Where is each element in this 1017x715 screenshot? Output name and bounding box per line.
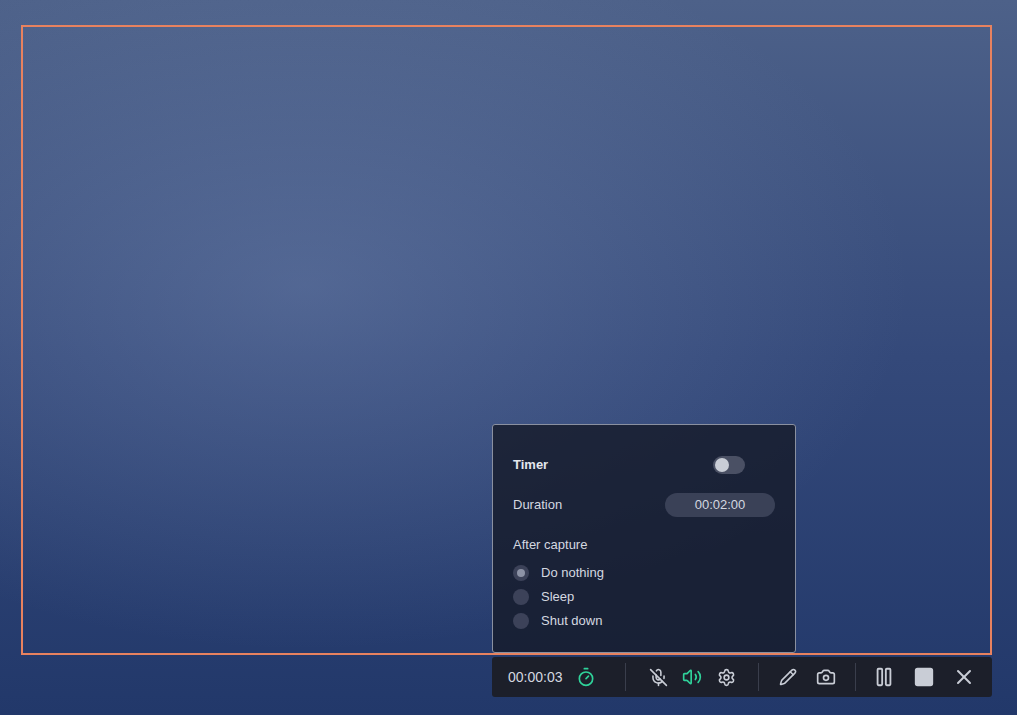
radio-option[interactable]: Sleep <box>513 585 775 609</box>
microphone-button[interactable] <box>643 662 673 692</box>
pause-icon <box>873 666 895 688</box>
radio-option[interactable]: Do nothing <box>513 561 775 585</box>
after-capture-label: After capture <box>513 535 775 555</box>
timer-row: Timer <box>513 453 775 477</box>
radio-option[interactable]: Shut down <box>513 609 775 633</box>
toolbar-divider <box>625 663 626 691</box>
after-capture-options: Do nothing Sleep Shut down <box>513 561 775 633</box>
pencil-icon <box>779 668 797 686</box>
stop-icon <box>913 666 935 688</box>
radio-circle <box>513 565 529 581</box>
timer-toggle[interactable] <box>713 456 745 474</box>
stopwatch-icon <box>576 667 596 687</box>
radio-dot <box>517 569 525 577</box>
timer-title: Timer <box>513 455 548 475</box>
duration-label: Duration <box>513 495 562 515</box>
close-icon <box>952 665 976 689</box>
camera-icon <box>816 667 836 687</box>
audio-section <box>626 662 758 692</box>
radio-circle <box>513 589 529 605</box>
control-section <box>856 662 992 692</box>
radio-label: Do nothing <box>541 563 604 583</box>
toggle-knob <box>715 458 729 472</box>
duration-row: Duration 00:02:00 <box>513 493 775 517</box>
toolbar-divider <box>855 663 856 691</box>
timer-panel: Timer Duration 00:02:00 After capture Do not… <box>492 424 796 653</box>
system-audio-button[interactable] <box>677 662 707 692</box>
speaker-icon <box>682 667 702 687</box>
stop-button[interactable] <box>909 662 939 692</box>
radio-circle <box>513 613 529 629</box>
toolbar-divider <box>758 663 759 691</box>
microphone-icon <box>649 668 668 687</box>
close-button[interactable] <box>949 662 979 692</box>
screen: Timer Duration 00:02:00 After capture Do not… <box>0 0 1017 715</box>
draw-section <box>759 662 855 692</box>
duration-field[interactable]: 00:02:00 <box>665 493 775 517</box>
draw-button[interactable] <box>773 662 803 692</box>
screenshot-button[interactable] <box>811 662 841 692</box>
settings-button[interactable] <box>711 662 741 692</box>
radio-label: Sleep <box>541 587 574 607</box>
radio-label: Shut down <box>541 611 602 631</box>
time-section: 00:00:03 <box>492 662 625 692</box>
elapsed-time: 00:00:03 <box>508 667 563 688</box>
recording-toolbar: 00:00:03 <box>492 657 992 697</box>
gear-icon <box>717 668 736 687</box>
pause-button[interactable] <box>869 662 899 692</box>
timer-button[interactable] <box>571 662 601 692</box>
